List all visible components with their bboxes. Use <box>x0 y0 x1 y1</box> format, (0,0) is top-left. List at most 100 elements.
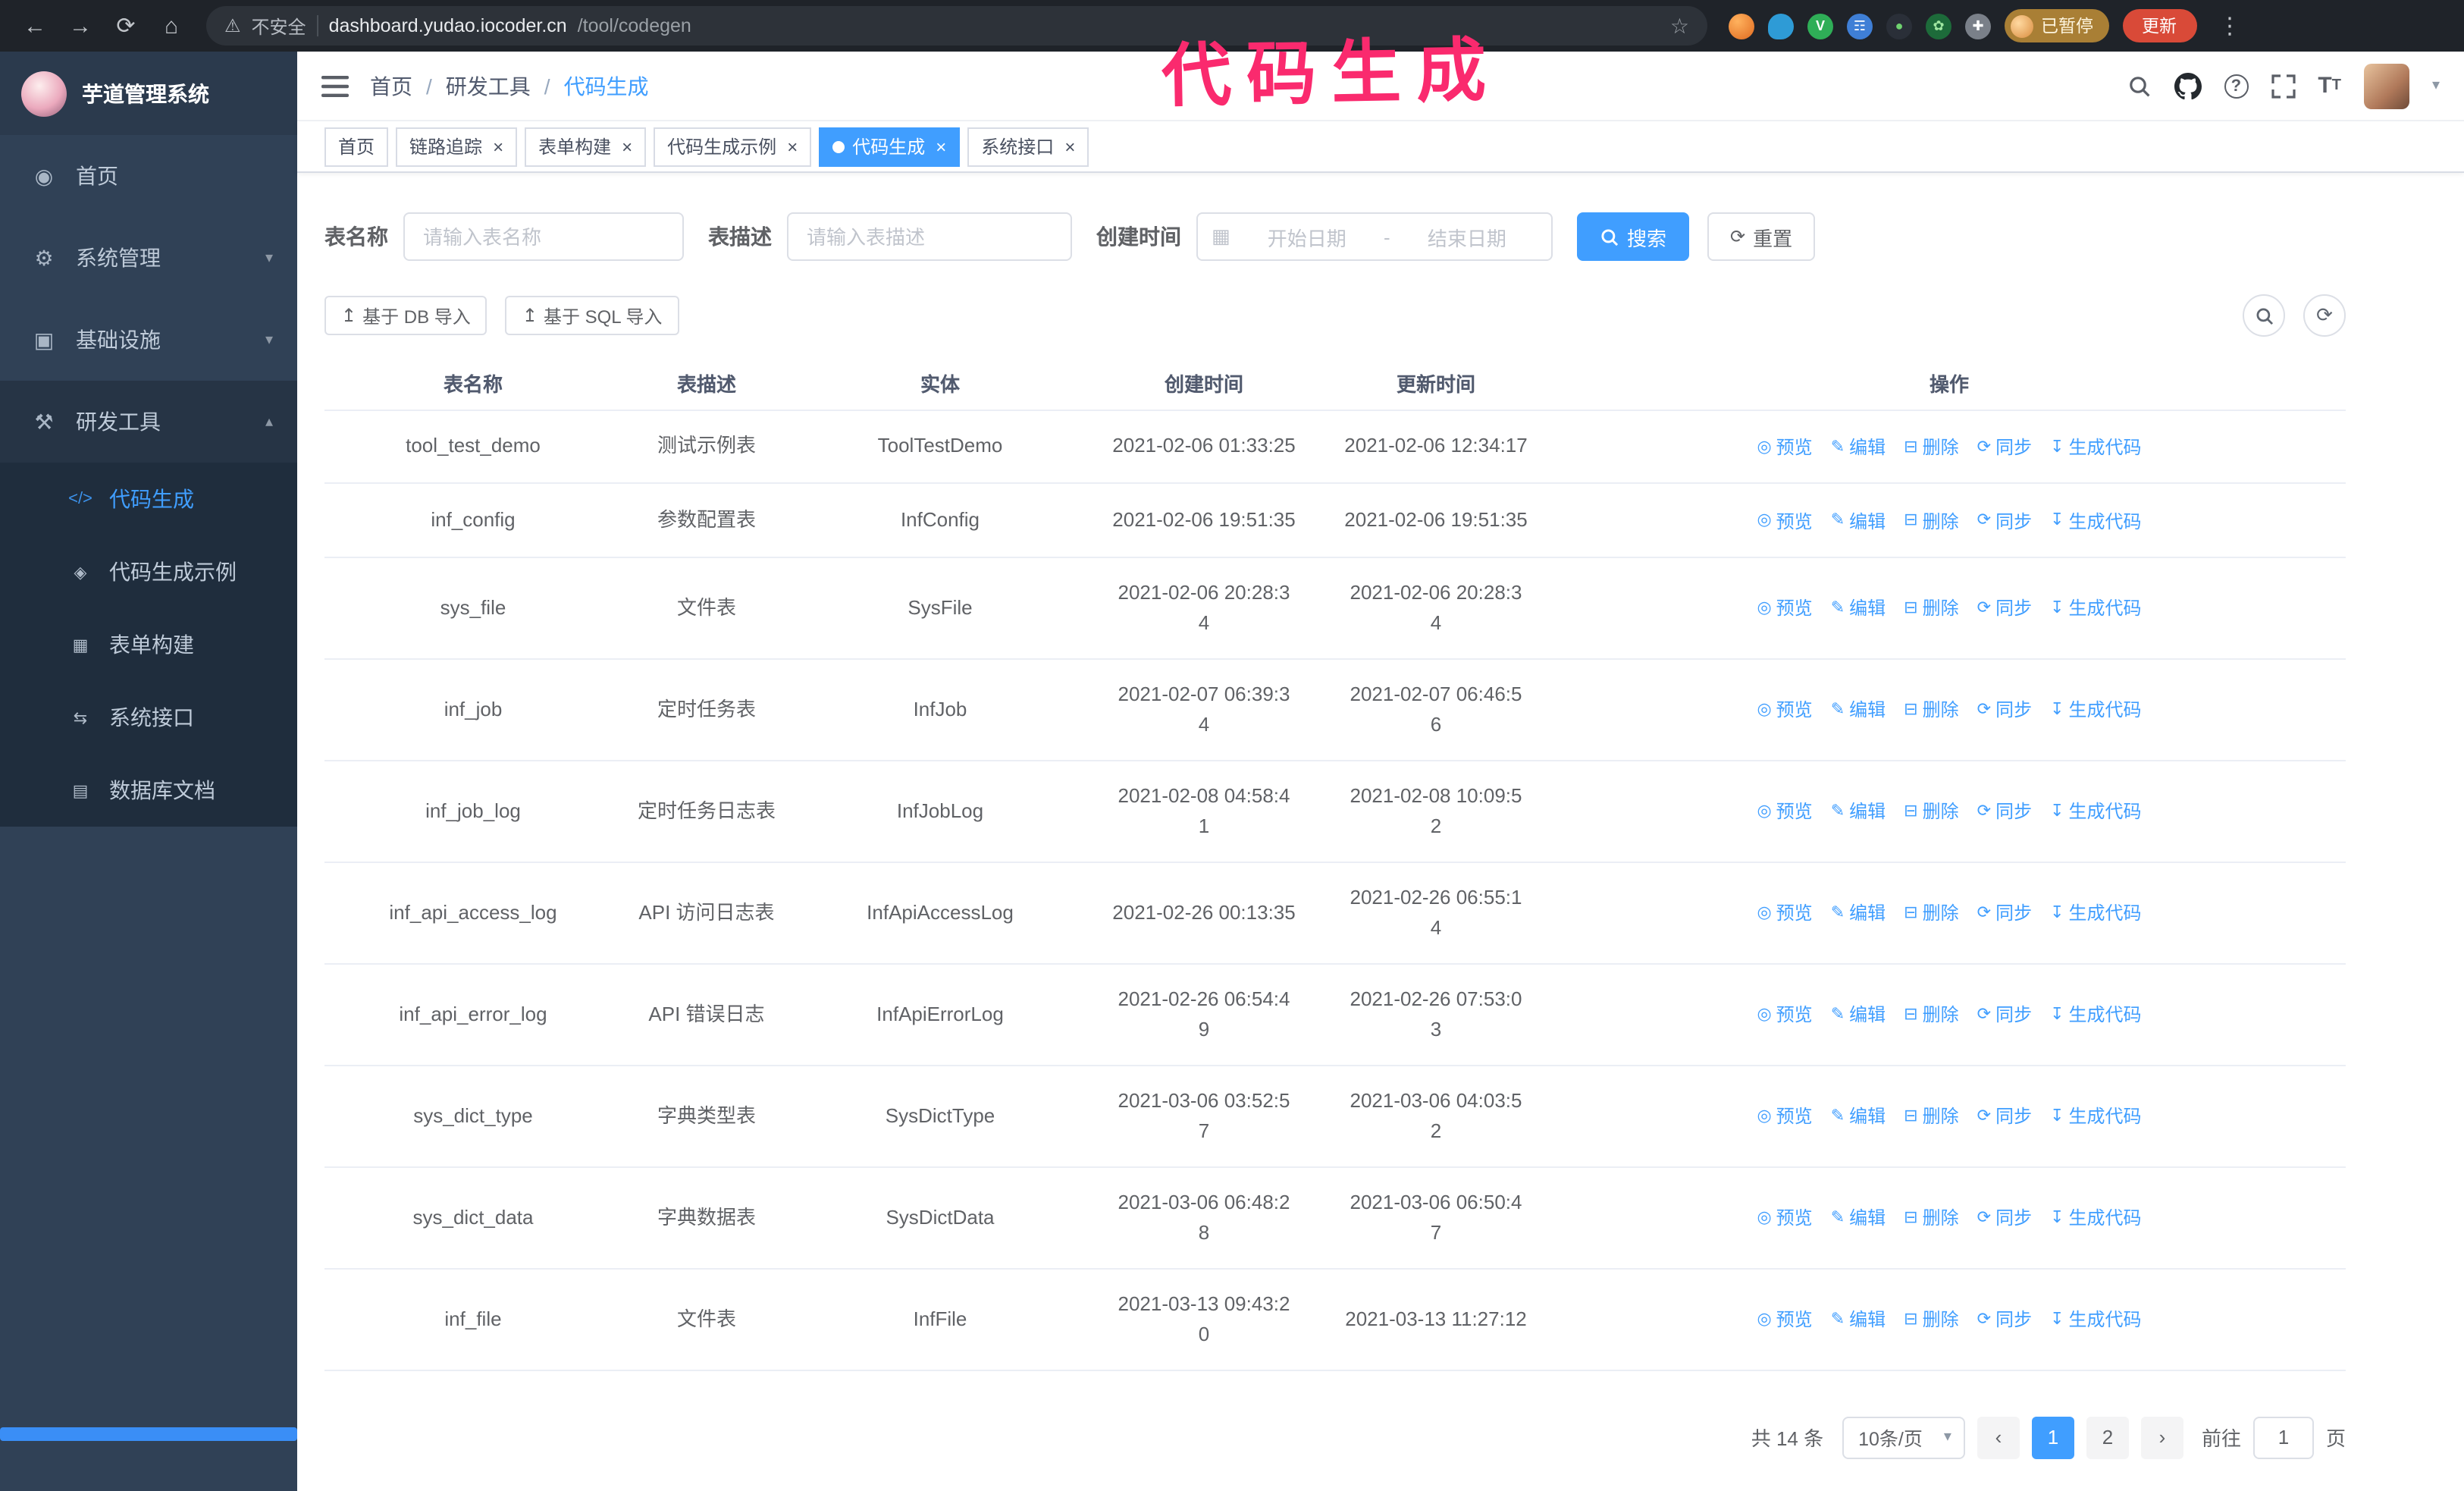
next-page-button[interactable]: › <box>2140 1416 2183 1458</box>
row-action-preview[interactable]: ◎ 预览 <box>1757 1204 1812 1234</box>
extension-drop-icon[interactable] <box>1768 13 1794 39</box>
row-action-preview[interactable]: ◎ 预览 <box>1757 594 1812 624</box>
row-action-preview[interactable]: ◎ 预览 <box>1757 1102 1812 1132</box>
extension-dark-icon[interactable]: ● <box>1886 13 1912 39</box>
page-button-2[interactable]: 2 <box>2086 1416 2129 1458</box>
import-sql-button[interactable]: ↥ 基于 SQL 导入 <box>505 296 679 335</box>
breadcrumb-item[interactable]: 代码生成 <box>564 71 649 101</box>
row-action-preview[interactable]: ◎ 预览 <box>1757 1000 1812 1031</box>
close-icon[interactable]: × <box>493 136 503 157</box>
user-avatar[interactable] <box>2363 63 2409 108</box>
avatar-caret-icon[interactable]: ▾ <box>2432 77 2440 94</box>
table-name-input[interactable] <box>403 212 684 261</box>
row-action-preview[interactable]: ◎ 预览 <box>1757 1305 1812 1336</box>
row-action-sync[interactable]: ⟳ 同步 <box>1977 1102 2032 1132</box>
font-size-icon[interactable]: TT <box>2318 74 2341 97</box>
extension-fox-icon[interactable] <box>1729 13 1754 39</box>
import-db-button[interactable]: ↥ 基于 DB 导入 <box>324 296 487 335</box>
row-action-delete[interactable]: ⊟ 删除 <box>1904 432 1958 463</box>
sidebar-subitem-form-builder[interactable]: ▦ 表单构建 <box>0 608 297 681</box>
row-action-generate[interactable]: ↧ 生成代码 <box>2050 1000 2141 1031</box>
row-action-delete[interactable]: ⊟ 删除 <box>1904 1305 1958 1336</box>
row-action-preview[interactable]: ◎ 预览 <box>1757 797 1812 827</box>
row-action-delete[interactable]: ⊟ 删除 <box>1904 695 1958 726</box>
row-action-sync[interactable]: ⟳ 同步 <box>1977 695 2032 726</box>
row-action-edit[interactable]: ✎ 编辑 <box>1831 432 1886 463</box>
fullscreen-icon[interactable] <box>2271 74 2295 98</box>
row-action-sync[interactable]: ⟳ 同步 <box>1977 594 2032 624</box>
github-icon[interactable] <box>2174 72 2202 99</box>
profile-paused-badge[interactable]: 已暂停 <box>2005 9 2108 42</box>
toggle-search-button[interactable] <box>2243 294 2285 337</box>
browser-refresh-icon[interactable]: ⟳ <box>106 6 146 46</box>
row-action-sync[interactable]: ⟳ 同步 <box>1977 1204 2032 1234</box>
row-action-preview[interactable]: ◎ 预览 <box>1757 432 1812 463</box>
browser-back-icon[interactable]: ← <box>15 6 55 46</box>
app-logo[interactable]: 芋道管理系统 <box>0 52 297 135</box>
row-action-preview[interactable]: ◎ 预览 <box>1757 899 1812 929</box>
row-action-generate[interactable]: ↧ 生成代码 <box>2050 1204 2141 1234</box>
row-action-sync[interactable]: ⟳ 同步 <box>1977 1305 2032 1336</box>
row-action-generate[interactable]: ↧ 生成代码 <box>2050 1305 2141 1336</box>
tab-home[interactable]: 首页 <box>324 127 389 166</box>
goto-page-input[interactable] <box>2252 1416 2314 1458</box>
row-action-generate[interactable]: ↧ 生成代码 <box>2050 506 2141 536</box>
help-icon[interactable]: ? <box>2224 74 2249 98</box>
row-action-edit[interactable]: ✎ 编辑 <box>1831 1204 1886 1234</box>
table-desc-input[interactable] <box>787 212 1072 261</box>
tab-api[interactable]: 系统接口 × <box>967 127 1089 166</box>
sidebar-item-infrastructure[interactable]: ▣ 基础设施 ▾ <box>0 299 297 381</box>
row-action-edit[interactable]: ✎ 编辑 <box>1831 695 1886 726</box>
sidebar-item-system[interactable]: ⚙ 系统管理 ▾ <box>0 217 297 299</box>
row-action-generate[interactable]: ↧ 生成代码 <box>2050 695 2141 726</box>
row-action-edit[interactable]: ✎ 编辑 <box>1831 506 1886 536</box>
sidebar-item-devtools[interactable]: ⚒ 研发工具 ▴ <box>0 381 297 463</box>
bookmark-star-icon[interactable]: ☆ <box>1670 13 1689 39</box>
row-action-sync[interactable]: ⟳ 同步 <box>1977 432 2032 463</box>
row-action-generate[interactable]: ↧ 生成代码 <box>2050 594 2141 624</box>
row-action-generate[interactable]: ↧ 生成代码 <box>2050 1102 2141 1132</box>
row-action-generate[interactable]: ↧ 生成代码 <box>2050 899 2141 929</box>
row-action-delete[interactable]: ⊟ 删除 <box>1904 506 1958 536</box>
extension-leaf-icon[interactable]: ✿ <box>1926 13 1951 39</box>
row-action-edit[interactable]: ✎ 编辑 <box>1831 797 1886 827</box>
create-time-range-picker[interactable]: ▦ 开始日期 - 结束日期 <box>1196 212 1553 261</box>
reset-button[interactable]: ⟳ 重置 <box>1707 212 1816 261</box>
row-action-sync[interactable]: ⟳ 同步 <box>1977 1000 2032 1031</box>
tab-codegen[interactable]: 代码生成 × <box>819 127 961 166</box>
page-size-select[interactable]: 10条/页 ▾ <box>1842 1416 1965 1458</box>
browser-update-button[interactable]: 更新 <box>2122 9 2196 42</box>
sidebar-subitem-api[interactable]: ⇆ 系统接口 <box>0 681 297 754</box>
browser-forward-icon[interactable]: → <box>61 6 100 46</box>
row-action-edit[interactable]: ✎ 编辑 <box>1831 594 1886 624</box>
tab-codegen-demo[interactable]: 代码生成示例 × <box>654 127 812 166</box>
row-action-generate[interactable]: ↧ 生成代码 <box>2050 797 2141 827</box>
sidebar-subitem-codegen[interactable]: </> 代码生成 <box>0 463 297 535</box>
row-action-edit[interactable]: ✎ 编辑 <box>1831 899 1886 929</box>
row-action-delete[interactable]: ⊟ 删除 <box>1904 797 1958 827</box>
row-action-sync[interactable]: ⟳ 同步 <box>1977 797 2032 827</box>
browser-menu-icon[interactable]: ⋮ <box>2210 6 2249 46</box>
refresh-table-button[interactable]: ⟳ <box>2303 294 2346 337</box>
sidebar-subitem-db-doc[interactable]: ▤ 数据库文档 <box>0 754 297 827</box>
row-action-preview[interactable]: ◎ 预览 <box>1757 506 1812 536</box>
close-icon[interactable]: × <box>936 136 946 157</box>
breadcrumb-item[interactable]: 研发工具 <box>446 71 531 101</box>
extensions-puzzle-icon[interactable]: ✚ <box>1965 13 1991 39</box>
row-action-delete[interactable]: ⊟ 删除 <box>1904 1000 1958 1031</box>
close-icon[interactable]: × <box>1064 136 1075 157</box>
prev-page-button[interactable]: ‹ <box>1977 1416 2020 1458</box>
browser-home-icon[interactable]: ⌂ <box>152 6 191 46</box>
sidebar-item-home[interactable]: ◉ 首页 <box>0 135 297 217</box>
row-action-delete[interactable]: ⊟ 删除 <box>1904 1102 1958 1132</box>
row-action-delete[interactable]: ⊟ 删除 <box>1904 899 1958 929</box>
sidebar-subitem-codegen-demo[interactable]: ◈ 代码生成示例 <box>0 535 297 608</box>
breadcrumb-item[interactable]: 首页 <box>370 71 412 101</box>
row-action-edit[interactable]: ✎ 编辑 <box>1831 1000 1886 1031</box>
row-action-delete[interactable]: ⊟ 删除 <box>1904 1204 1958 1234</box>
tab-tracer[interactable]: 链路追踪 × <box>396 127 518 166</box>
hamburger-icon[interactable] <box>321 74 349 98</box>
row-action-sync[interactable]: ⟳ 同步 <box>1977 506 2032 536</box>
search-icon[interactable] <box>2127 74 2151 98</box>
tab-form-builder[interactable]: 表单构建 × <box>525 127 647 166</box>
